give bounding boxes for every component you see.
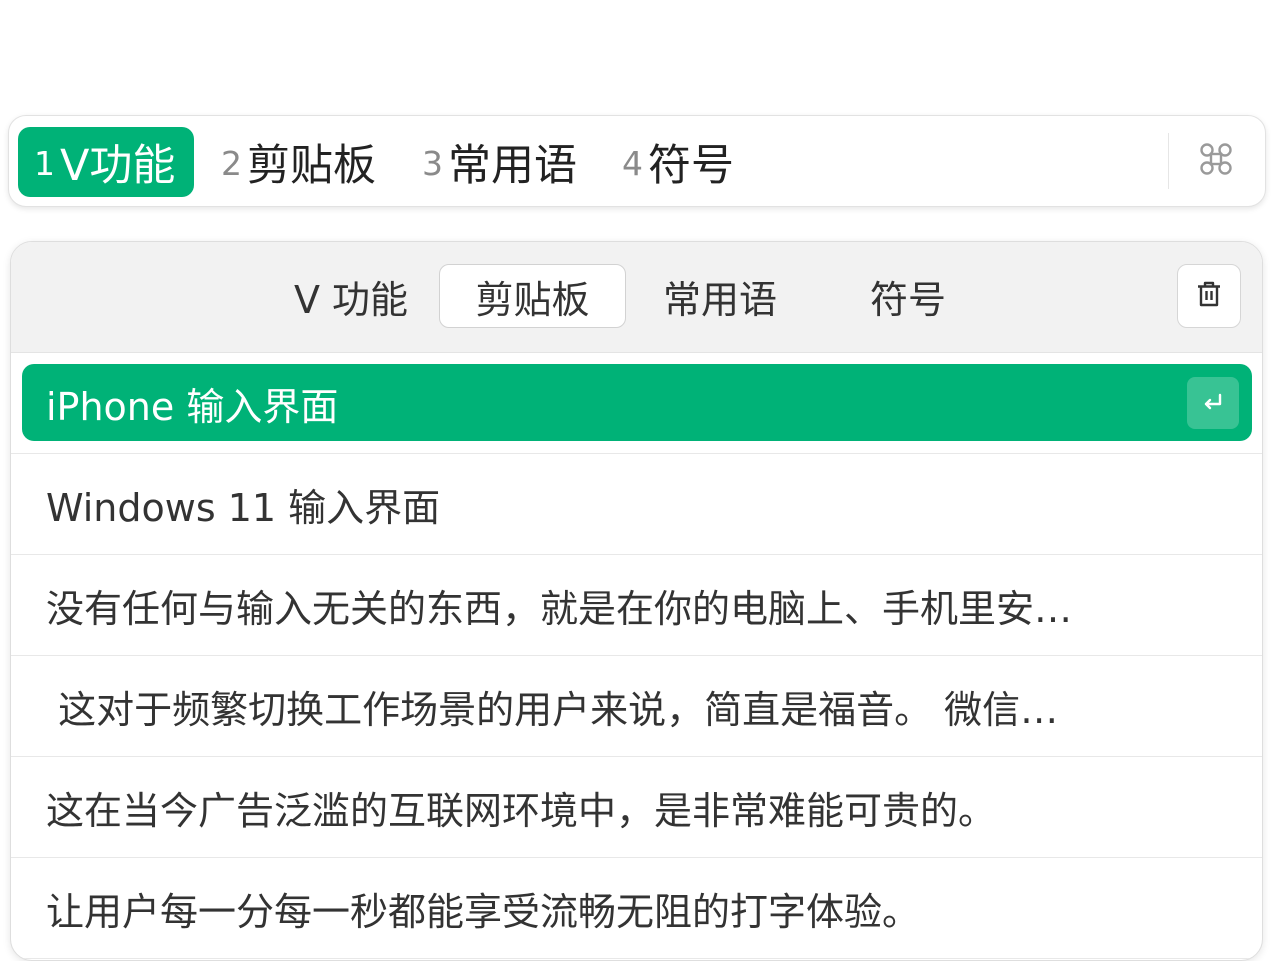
list-item[interactable]: 让用户每一分每一秒都能享受流畅无阻的打字体验。 [11, 858, 1262, 959]
candidate-text: V功能 [60, 141, 176, 191]
candidate-index: 3 [422, 143, 443, 183]
tab-clipboard[interactable]: 剪贴板 [439, 264, 626, 328]
tab-v-function[interactable]: V 功能 [281, 264, 421, 328]
list-item-text: Windows 11 输入界面 [46, 485, 441, 530]
panel-header: V 功能 剪贴板 常用语 符号 [11, 242, 1262, 353]
candidate-index: 4 [622, 143, 643, 183]
list-item-text: 让用户每一分每一秒都能享受流畅无阻的打字体验。 [46, 889, 921, 934]
candidate-text: 剪贴板 [247, 141, 376, 191]
enter-button[interactable] [1187, 377, 1239, 429]
list-item-text: iPhone 输入界面 [46, 384, 339, 429]
list-item-text: 没有任何与输入无关的东西，就是在你的电脑上、手机里安… [46, 586, 1073, 631]
enter-icon [1200, 381, 1226, 425]
candidate-text: 常用语 [448, 141, 577, 191]
candidate-2[interactable]: 2 剪贴板 [205, 127, 390, 197]
divider [1168, 133, 1169, 189]
list-item[interactable]: Windows 11 输入界面 [11, 454, 1262, 555]
candidate-index: 1 [34, 143, 55, 183]
candidate-text: 符号 [648, 141, 734, 191]
clipboard-list: iPhone 输入界面 Windows 11 输入界面 没有任何与输入无关的东西… [11, 353, 1262, 959]
menu-button[interactable] [1181, 130, 1251, 192]
candidate-1[interactable]: 1 V功能 [18, 127, 194, 197]
candidate-4[interactable]: 4 符号 [606, 127, 748, 197]
list-item[interactable]: 这在当今广告泛滥的互联网环境中，是非常难能可贵的。 [11, 757, 1262, 858]
candidate-bar: 1 V功能 2 剪贴板 3 常用语 4 符号 [8, 115, 1266, 207]
trash-icon [1194, 279, 1224, 313]
command-icon [1198, 141, 1234, 181]
list-item-text: 这在当今广告泛滥的互联网环境中，是非常难能可贵的。 [46, 788, 997, 833]
tab-symbols[interactable]: 符号 [843, 264, 973, 328]
list-item[interactable]: 没有任何与输入无关的东西，就是在你的电脑上、手机里安… [11, 555, 1262, 656]
candidate-index: 2 [221, 143, 242, 183]
list-item-text: 这对于频繁切换工作场景的用户来说，简直是福音。 微信… [46, 687, 1059, 732]
list-item[interactable]: iPhone 输入界面 [11, 353, 1262, 454]
tab-phrases[interactable]: 常用语 [647, 264, 793, 328]
list-item[interactable]: 这对于频繁切换工作场景的用户来说，简直是福音。 微信… [11, 656, 1262, 757]
clipboard-panel: V 功能 剪贴板 常用语 符号 iPhone 输入界面 Windows 11 输… [10, 241, 1263, 961]
candidate-3[interactable]: 3 常用语 [406, 127, 591, 197]
clear-button[interactable] [1177, 264, 1241, 328]
